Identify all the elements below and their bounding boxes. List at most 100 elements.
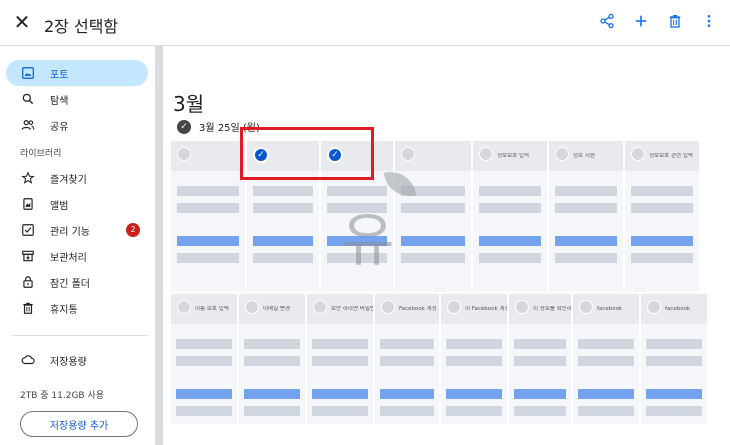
select-circle-icon[interactable] bbox=[479, 147, 493, 161]
thumbnail-content-block bbox=[380, 406, 434, 416]
thumbnail-content-block bbox=[513, 389, 567, 399]
sidebar-item-trash[interactable]: 휴지통 bbox=[6, 295, 148, 321]
select-date-check-icon[interactable]: ✓ bbox=[177, 119, 191, 134]
photo-thumbnail[interactable]: ✓ bbox=[321, 141, 393, 291]
star-icon bbox=[20, 170, 36, 186]
thumbnail-content-block bbox=[578, 389, 634, 399]
select-circle-icon[interactable] bbox=[177, 147, 191, 161]
lock-icon bbox=[20, 274, 36, 290]
thumbnail-content-block bbox=[312, 406, 368, 416]
selected-check-icon[interactable]: ✓ bbox=[327, 147, 343, 163]
photo-thumbnail[interactable] bbox=[171, 141, 245, 291]
photo-thumbnail[interactable]: facebook bbox=[573, 294, 639, 424]
thumbnail-content-block bbox=[630, 186, 694, 196]
thumbnail-content-block bbox=[630, 253, 694, 263]
sidebar-divider bbox=[12, 335, 148, 336]
sidebar-item-archive[interactable]: 보관처리 bbox=[6, 243, 148, 269]
share-icon[interactable] bbox=[596, 10, 618, 32]
thumbnail-content-block bbox=[244, 339, 300, 349]
photo-thumbnail[interactable]: 이메일 변경 bbox=[239, 294, 305, 424]
select-circle-icon[interactable] bbox=[647, 300, 661, 314]
thumbnail-caption: 이 정보를 확인하세요 bbox=[533, 306, 571, 312]
sidebar-scrollbar[interactable] bbox=[155, 46, 163, 445]
photo-thumbnail[interactable] bbox=[395, 141, 471, 291]
select-circle-icon[interactable] bbox=[381, 300, 395, 314]
album-icon bbox=[20, 196, 36, 212]
photo-row-1: ✓ ✓ 정보보호 입력 정보 지원 정보보호 관련 입력 bbox=[171, 141, 699, 291]
trash-icon bbox=[20, 300, 36, 316]
thumbnail-content-block bbox=[401, 236, 465, 246]
photo-thumbnail[interactable]: 이 정보를 확인하세요 bbox=[509, 294, 571, 424]
thumbnail-content-block bbox=[478, 186, 542, 196]
select-circle-icon[interactable] bbox=[401, 147, 415, 161]
select-circle-icon[interactable] bbox=[515, 300, 529, 314]
photo-thumbnail[interactable]: ✓ bbox=[247, 141, 319, 291]
sidebar-item-utilities[interactable]: 관리 기능 2 bbox=[6, 217, 148, 243]
sidebar-item-photos[interactable]: 포토 bbox=[6, 60, 148, 86]
photo-thumbnail[interactable]: 정보보호 관련 입력 bbox=[625, 141, 699, 291]
thumbnail-content-block bbox=[401, 203, 465, 213]
thumbnail-content-block bbox=[176, 339, 232, 349]
thumbnail-content-block bbox=[513, 356, 567, 366]
thumbnail-content-block bbox=[554, 236, 618, 246]
month-heading: 3월 bbox=[173, 92, 205, 116]
thumbnail-caption: 보안 하려면 비밀번호를 입력 bbox=[331, 306, 373, 312]
photo-thumbnail[interactable]: Facebook 계정 보호를 위해 확인 bbox=[375, 294, 439, 424]
thumbnail-content-block bbox=[646, 406, 702, 416]
close-icon[interactable]: ✕ bbox=[12, 12, 32, 32]
sidebar-item-storage[interactable]: 저장용량 bbox=[6, 347, 148, 373]
thumbnail-content-block bbox=[326, 236, 388, 246]
thumbnail-content-block bbox=[554, 253, 618, 263]
thumbnail-content-block bbox=[513, 406, 567, 416]
sidebar-item-label: 즐겨찾기 bbox=[50, 174, 87, 186]
thumbnail-content-block bbox=[244, 356, 300, 366]
archive-icon bbox=[20, 248, 36, 264]
sidebar-item-label: 잠긴 폴더 bbox=[50, 278, 90, 290]
thumbnail-content-block bbox=[446, 389, 502, 399]
sidebar-item-sharing[interactable]: 공유 bbox=[6, 112, 148, 138]
thumbnail-caption: 정보보호 관련 입력 bbox=[649, 153, 693, 159]
photo-thumbnail[interactable]: 정보 지원 bbox=[549, 141, 623, 291]
select-circle-icon[interactable] bbox=[447, 300, 461, 314]
thumbnail-content-block bbox=[326, 186, 388, 196]
sidebar-item-label: 저장용량 bbox=[50, 356, 87, 368]
add-icon[interactable] bbox=[630, 10, 652, 32]
sidebar-item-locked-folder[interactable]: 잠긴 폴더 bbox=[6, 269, 148, 295]
more-vert-icon[interactable] bbox=[698, 10, 720, 32]
photo-thumbnail[interactable]: facebook bbox=[641, 294, 707, 424]
selection-toolbar: ✕ 2장 선택함 bbox=[0, 0, 730, 46]
sidebar-item-favorites[interactable]: 즐겨찾기 bbox=[6, 165, 148, 191]
select-circle-icon[interactable] bbox=[555, 147, 569, 161]
thumbnail-content-block bbox=[554, 186, 618, 196]
selected-check-icon[interactable]: ✓ bbox=[253, 147, 269, 163]
trash-icon[interactable] bbox=[664, 10, 686, 32]
people-icon bbox=[20, 117, 36, 133]
thumbnail-content-block bbox=[326, 203, 388, 213]
thumbnail-content-block bbox=[312, 339, 368, 349]
photo-thumbnail[interactable]: 이름 보호 입력 bbox=[171, 294, 237, 424]
select-circle-icon[interactable] bbox=[579, 300, 593, 314]
thumbnail-caption: facebook bbox=[665, 306, 691, 312]
select-circle-icon[interactable] bbox=[177, 300, 191, 314]
thumbnail-content-block bbox=[513, 339, 567, 349]
thumbnail-content-block bbox=[578, 339, 634, 349]
date-label: 3월 25일 (월) bbox=[199, 123, 260, 134]
thumbnail-caption: Facebook 계정 보호를 위해 확인 bbox=[399, 306, 439, 312]
date-group-header: ✓ 3월 25일 (월) bbox=[177, 119, 260, 134]
select-circle-icon[interactable] bbox=[313, 300, 327, 314]
thumbnail-content-block bbox=[446, 356, 502, 366]
sidebar-item-explore[interactable]: 탐색 bbox=[6, 86, 148, 112]
select-circle-icon[interactable] bbox=[245, 300, 259, 314]
photo-thumbnail[interactable]: 보안 하려면 비밀번호를 입력 bbox=[307, 294, 373, 424]
photo-row-2: 이름 보호 입력 이메일 변경 보안 하려면 비밀번호를 입력 Facebook 계정… bbox=[171, 294, 727, 424]
selection-title: 2장 선택함 bbox=[44, 17, 119, 36]
thumbnail-content-block bbox=[312, 356, 368, 366]
thumbnail-content-block bbox=[646, 356, 702, 366]
add-storage-button[interactable]: 저장용량 추가 bbox=[20, 411, 138, 437]
photo-thumbnail[interactable]: 이 Facebook 계정이 본인 계정입니까? bbox=[441, 294, 507, 424]
thumbnail-content-block bbox=[176, 253, 240, 263]
photo-thumbnail[interactable]: 정보보호 입력 bbox=[473, 141, 547, 291]
thumbnail-caption: 이메일 변경 bbox=[263, 306, 291, 312]
sidebar-item-albums[interactable]: 앨범 bbox=[6, 191, 148, 217]
select-circle-icon[interactable] bbox=[631, 147, 645, 161]
